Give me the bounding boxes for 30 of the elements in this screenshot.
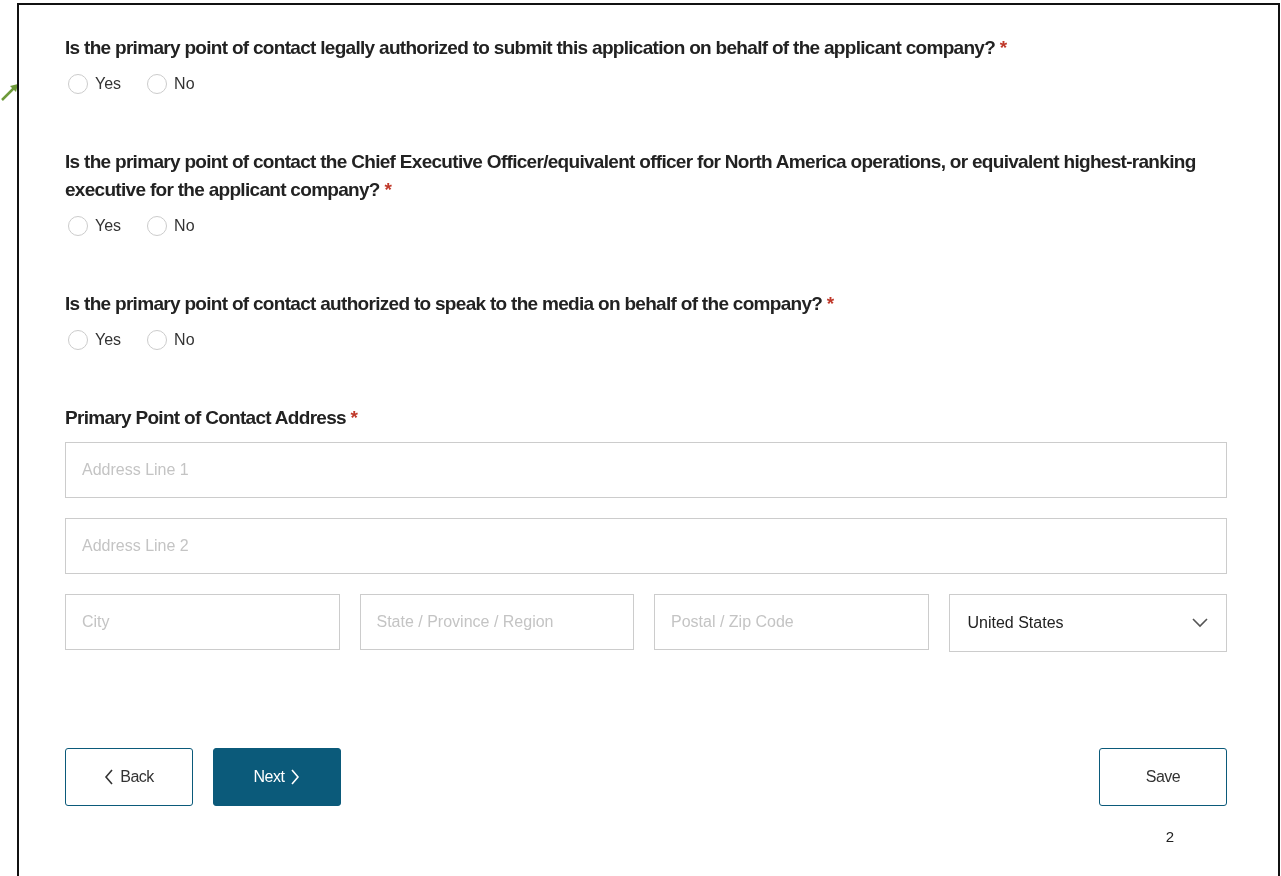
- radio-option[interactable]: No: [147, 74, 195, 94]
- question-text: Is the primary point of contact the Chief Executive Officer/equivalent officer for North America operations, or equivalent highest-ranking executive for the applicant company? *: [65, 150, 1197, 202]
- chevron-down-icon: [1192, 618, 1208, 628]
- radio-option[interactable]: No: [147, 330, 195, 350]
- field-label: Primary Point of Contact Address *: [65, 406, 359, 430]
- city-field[interactable]: City: [65, 594, 340, 650]
- radio-option[interactable]: Yes: [68, 74, 122, 94]
- radio-option[interactable]: No: [147, 216, 195, 236]
- chevron-left-icon: [104, 769, 115, 785]
- save-button[interactable]: Save: [1099, 748, 1227, 806]
- radio-option[interactable]: Yes: [68, 330, 122, 350]
- radio-button[interactable]: [147, 74, 168, 94]
- country-select[interactable]: United States: [948, 594, 1227, 652]
- radio-button[interactable]: [68, 74, 88, 94]
- pointer-arrow: [0, 82, 20, 102]
- state-field[interactable]: State / Province / Region: [359, 594, 634, 650]
- question-text: Is the primary point of contact legally authorized to submit this application on behalf of the applicant company? *: [65, 36, 1008, 60]
- next-button[interactable]: Next: [213, 748, 341, 806]
- radio-button[interactable]: [68, 330, 88, 350]
- radio-option[interactable]: Yes: [68, 216, 122, 236]
- address-line-2-field[interactable]: Address Line 2: [65, 518, 1227, 574]
- back-button[interactable]: Back: [65, 748, 193, 806]
- page-number: 2: [1165, 828, 1174, 845]
- radio-button[interactable]: [68, 216, 88, 236]
- chevron-right-icon: [290, 769, 301, 785]
- postal-code-field[interactable]: Postal / Zip Code: [654, 594, 929, 650]
- question-text: Is the primary point of contact authorized to speak to the media on behalf of the company? *: [65, 292, 835, 316]
- address-line-1-field[interactable]: Address Line 1: [65, 442, 1227, 498]
- radio-button[interactable]: [147, 330, 168, 350]
- radio-button[interactable]: [147, 216, 168, 236]
